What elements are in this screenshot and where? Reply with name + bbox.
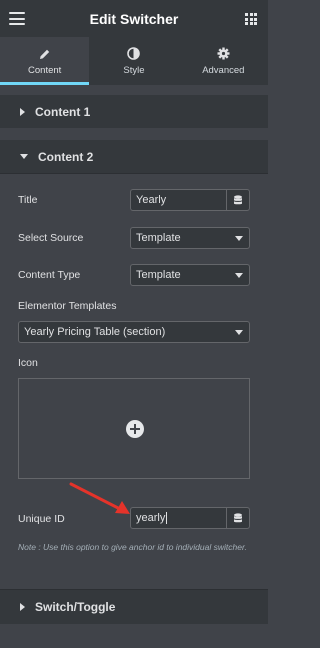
gear-icon <box>217 47 230 61</box>
elementor-templates-value: Yearly Pricing Table (section) <box>24 326 166 338</box>
divider <box>0 173 268 174</box>
chevron-right-icon <box>20 107 25 116</box>
tab-style[interactable]: Style <box>89 37 178 85</box>
icon-label: Icon <box>18 357 38 369</box>
content-type-value: Template <box>136 269 181 281</box>
unique-id-value: yearly <box>136 512 166 524</box>
tab-content-label: Content <box>28 64 62 76</box>
hamburger-icon[interactable] <box>9 12 25 25</box>
caret-down-icon <box>235 330 243 335</box>
select-source-label: Select Source <box>18 232 84 244</box>
title-label: Title <box>18 194 38 206</box>
caret-down-icon <box>235 236 243 241</box>
annotation-arrow <box>69 482 130 514</box>
database-icon <box>234 194 242 204</box>
content-type-dropdown[interactable]: Template <box>130 264 250 286</box>
tab-style-label: Style <box>123 64 145 76</box>
section-content-2[interactable]: Content 2 <box>0 140 268 173</box>
chevron-down-icon <box>20 154 28 159</box>
plus-circle-icon[interactable] <box>126 420 144 438</box>
pencil-icon <box>39 47 51 61</box>
section-switch-toggle[interactable]: Switch/Toggle <box>0 590 268 624</box>
section-switch-toggle-label: Switch/Toggle <box>35 600 116 614</box>
elementor-templates-dropdown[interactable]: Yearly Pricing Table (section) <box>18 321 250 343</box>
elementor-templates-label: Elementor Templates <box>18 300 117 312</box>
tab-advanced-label: Advanced <box>202 64 245 76</box>
tab-advanced[interactable]: Advanced <box>179 37 268 85</box>
panel-header: Edit Switcher <box>0 0 268 37</box>
caret-down-icon <box>235 273 243 278</box>
section-content-1-label: Content 1 <box>35 104 91 119</box>
unique-id-note: Note : Use this option to give anchor id… <box>18 542 247 552</box>
section-content-1[interactable]: Content 1 <box>0 95 268 128</box>
select-source-value: Template <box>136 232 181 244</box>
unique-id-label: Unique ID <box>18 513 65 525</box>
unique-id-input[interactable]: yearly <box>130 507 227 529</box>
icon-picker[interactable] <box>18 378 250 479</box>
apps-grid-icon[interactable] <box>245 13 257 25</box>
title-input[interactable]: Yearly <box>130 189 227 211</box>
content-type-label: Content Type <box>18 269 81 281</box>
tab-content[interactable]: Content <box>0 37 90 85</box>
panel-tabs: Content Style Advanced <box>0 37 268 85</box>
dynamic-tags-button[interactable] <box>226 189 250 211</box>
panel-footer-space <box>0 624 268 648</box>
panel-title: Edit Switcher <box>89 10 179 27</box>
chevron-right-icon <box>20 603 25 611</box>
text-cursor <box>166 512 168 524</box>
section-content-2-label: Content 2 <box>38 149 94 164</box>
select-source-dropdown[interactable]: Template <box>130 227 250 249</box>
half-circle-icon <box>127 47 141 61</box>
dynamic-tags-button[interactable] <box>226 507 250 529</box>
database-icon <box>234 512 242 522</box>
title-input-value: Yearly <box>136 194 167 206</box>
